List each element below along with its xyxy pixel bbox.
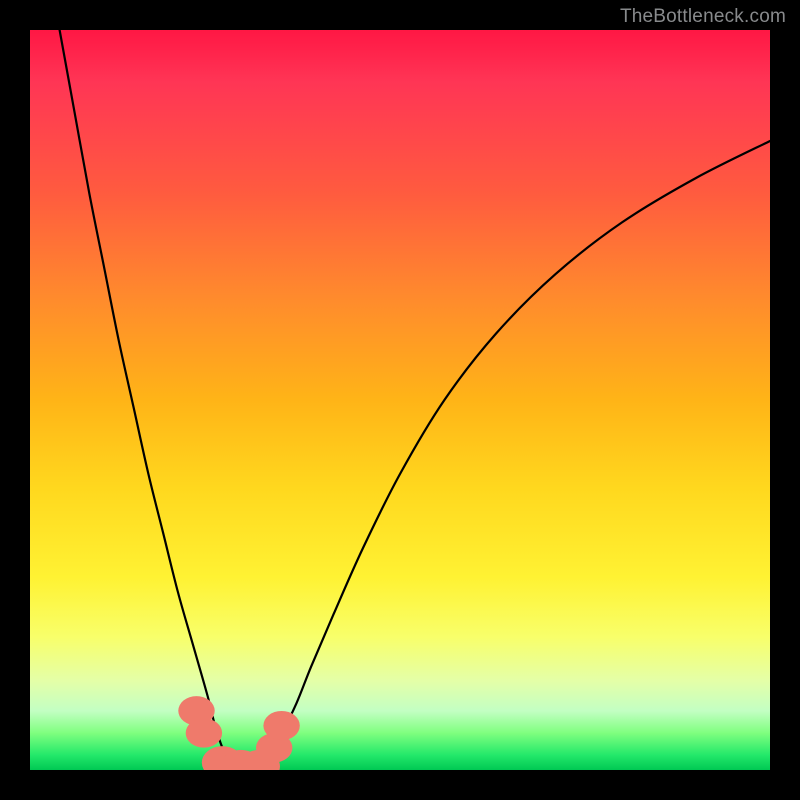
curve-right-branch	[267, 141, 770, 755]
plot-area	[30, 30, 770, 770]
marker-dot	[186, 718, 222, 747]
chart-container: TheBottleneck.com	[0, 0, 800, 800]
watermark-text: TheBottleneck.com	[620, 6, 786, 28]
marker-group	[178, 696, 300, 770]
marker-dot	[263, 711, 299, 740]
curve-layer	[30, 30, 770, 770]
curve-left-branch	[60, 30, 230, 763]
